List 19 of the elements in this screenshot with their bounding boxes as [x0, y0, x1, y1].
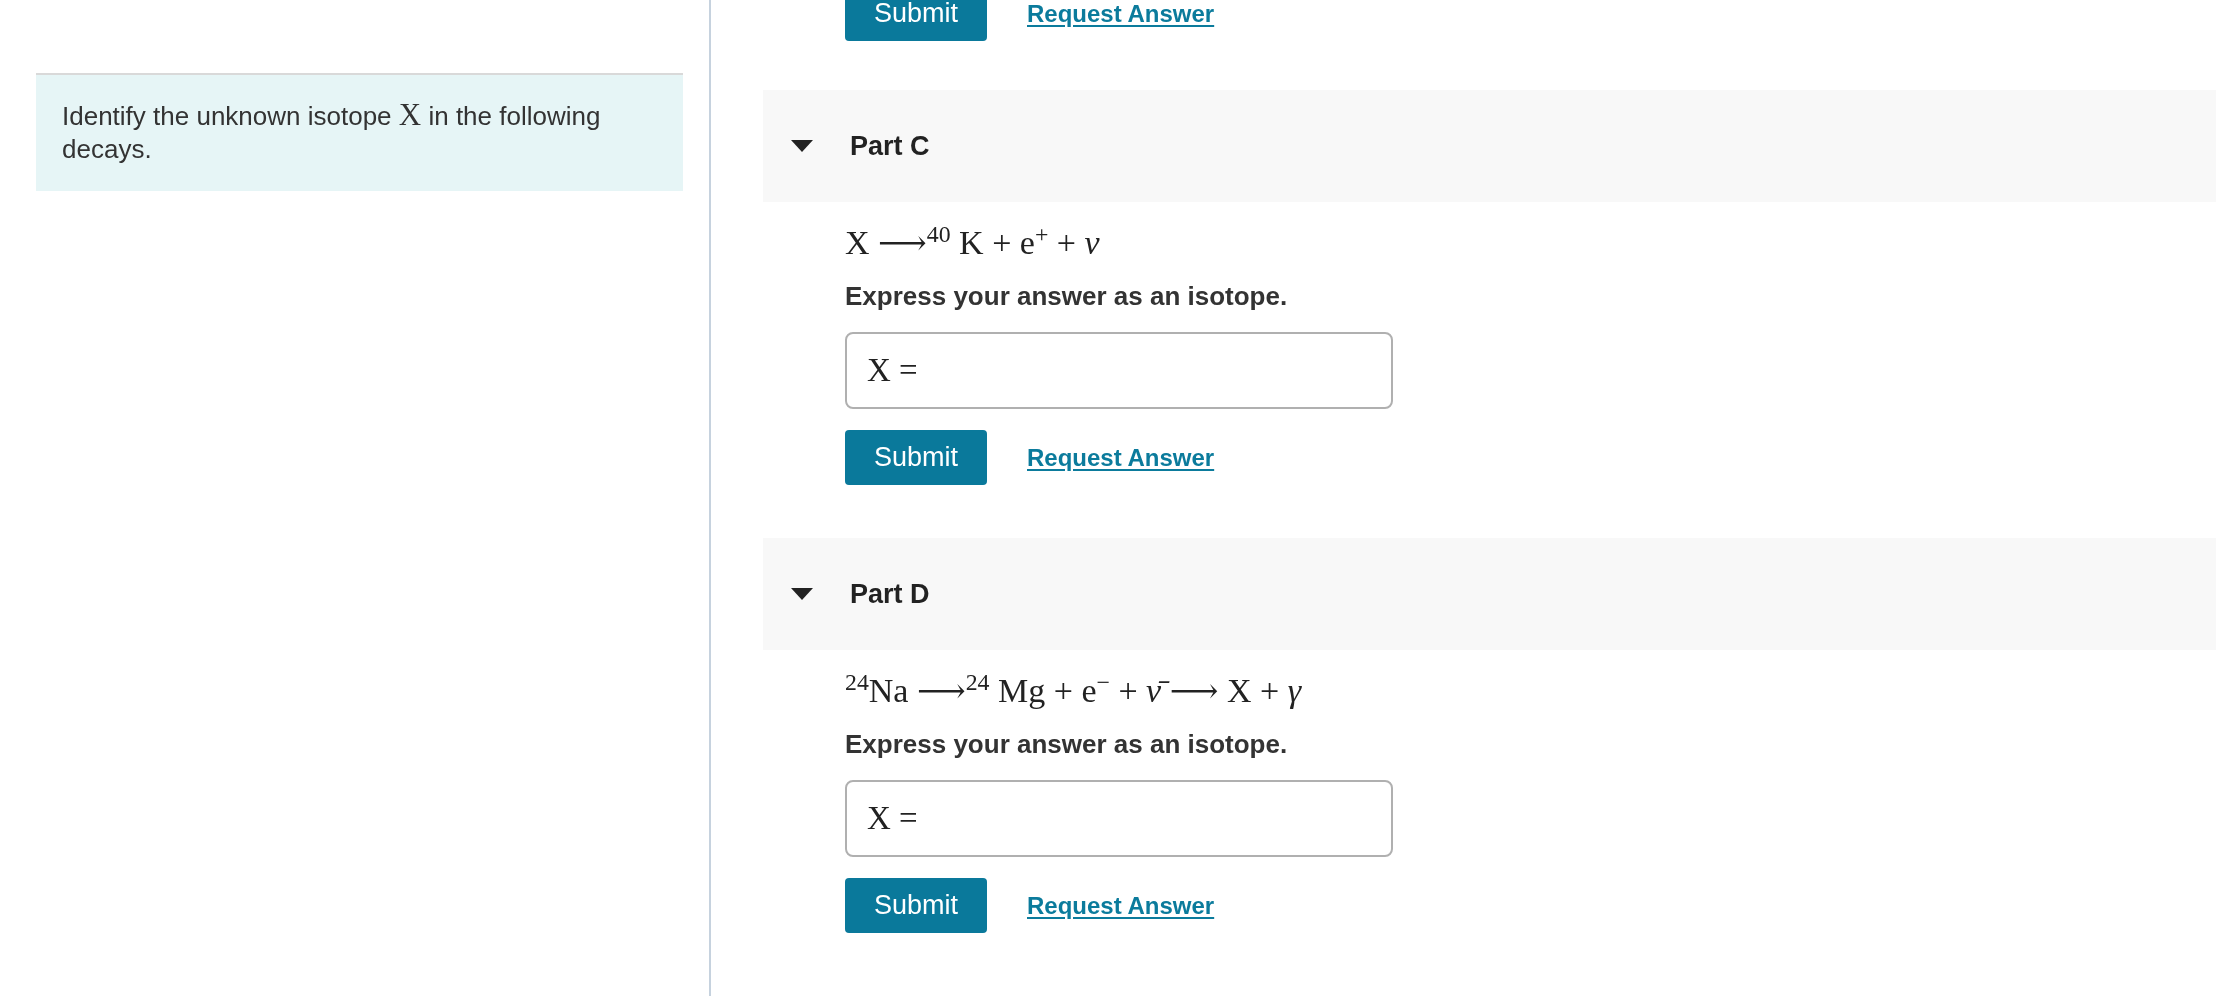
submit-button[interactable]: Submit — [845, 878, 987, 933]
decay-equation: X ⟶$^{40}$ K + e$^{+}$ + ν — [845, 222, 1100, 263]
request-answer-link[interactable]: Request Answer — [1027, 891, 1215, 920]
intro-text: Identify the unknown isotope X in the following decays. — [62, 100, 602, 166]
submit-button[interactable]: Submit — [845, 0, 987, 41]
answer-instruction: Express your answer as an isotope. — [845, 728, 1288, 760]
variable-label: X = — [867, 352, 918, 389]
request-answer-link[interactable]: Request Answer — [1027, 443, 1215, 472]
part-title: Part D — [850, 578, 930, 610]
decay-equation: $^{24}$Na ⟶$^{24}$ Mg + e$^{−}$ + ν̄ ⟶ X + γ — [845, 670, 1302, 711]
answer-field[interactable]: X = — [845, 332, 1393, 409]
answer-field[interactable]: X = — [845, 780, 1393, 857]
submit-button[interactable]: Submit — [845, 430, 987, 485]
part-title: Part C — [850, 130, 930, 162]
variable-label: X = — [867, 800, 918, 837]
part-header[interactable]: Part C — [763, 90, 2216, 202]
part-header[interactable]: Part D — [763, 538, 2216, 650]
request-answer-link[interactable]: Request Answer — [1027, 0, 1215, 28]
answer-instruction: Express your answer as an isotope. — [845, 280, 1288, 312]
